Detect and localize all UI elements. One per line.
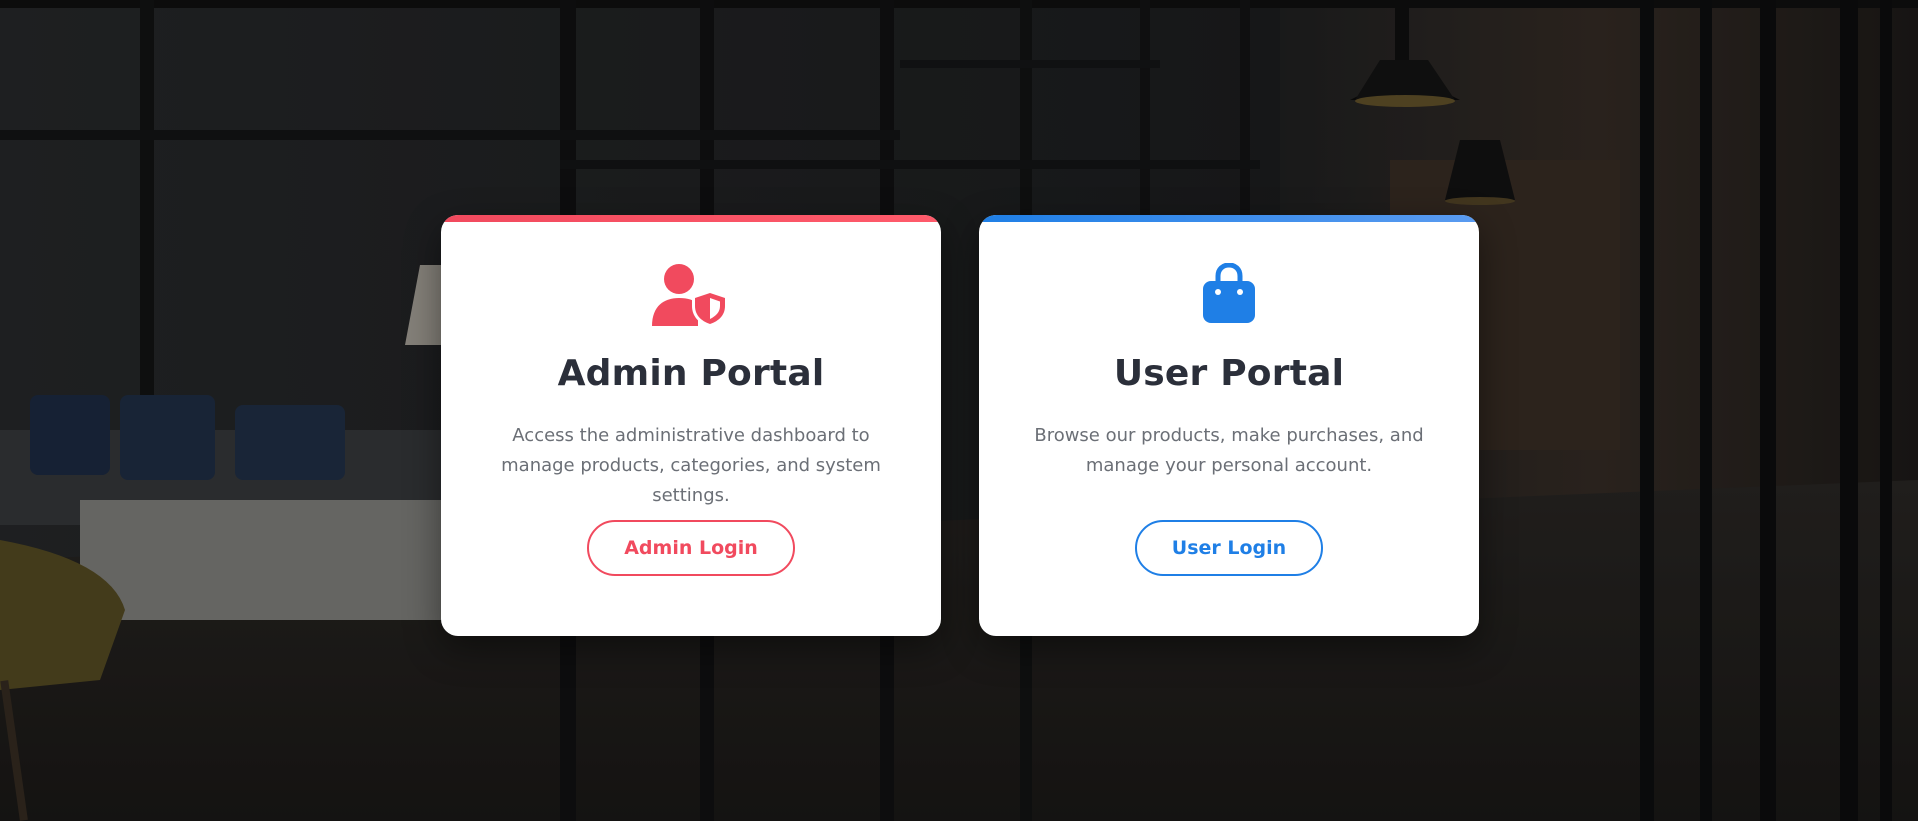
admin-card-accent-bar xyxy=(441,215,941,222)
user-shield-icon xyxy=(441,262,941,326)
background-dim-overlay xyxy=(0,0,1918,821)
user-portal-card: User Portal Browse our products, make pu… xyxy=(979,215,1479,636)
admin-portal-description: Access the administrative dashboard to m… xyxy=(501,425,881,506)
admin-portal-card: Admin Portal Access the administrative d… xyxy=(441,215,941,636)
admin-portal-title: Admin Portal xyxy=(557,353,825,394)
user-portal-title: User Portal xyxy=(1113,353,1345,394)
user-login-button[interactable]: User Login xyxy=(1135,520,1323,576)
user-portal-description: Browse our products, make purchases, and… xyxy=(1034,425,1424,476)
user-card-accent-bar xyxy=(979,215,1479,222)
login-portal-page: Admin Portal Access the administrative d… xyxy=(0,0,1918,821)
admin-login-button[interactable]: Admin Login xyxy=(587,520,795,576)
shopping-bag-icon xyxy=(979,262,1479,326)
